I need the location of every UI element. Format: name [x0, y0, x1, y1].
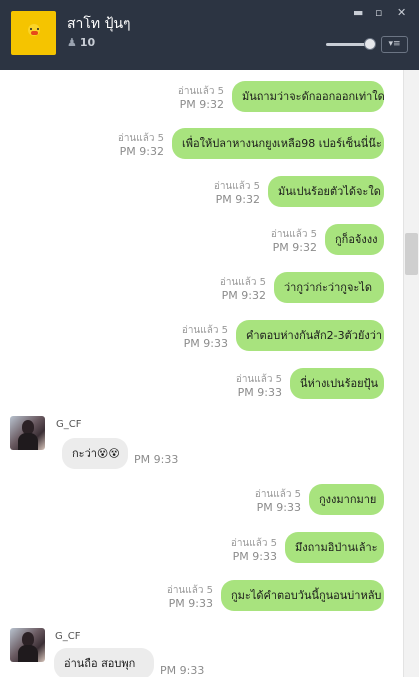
- person-icon: ♟: [67, 36, 77, 49]
- chat-title: สาโท ปุ้นๆ: [67, 16, 131, 32]
- sender-name: G_CF: [55, 631, 81, 642]
- scrollbar-thumb[interactable]: [405, 233, 418, 275]
- message-meta: อ่านแล้ว 5 PM 9:32: [219, 277, 266, 302]
- message-bubble[interactable]: อ่านถือ สอบพุก: [54, 648, 154, 677]
- message-bubble[interactable]: กูงงมากมาย: [309, 484, 384, 515]
- message-meta: อ่านแล้ว 5 PM 9:32: [177, 86, 224, 111]
- message-meta: อ่านแล้ว 5 PM 9:33: [230, 538, 277, 563]
- menu-button[interactable]: ▾≡: [381, 36, 408, 53]
- slider-handle[interactable]: [364, 38, 376, 50]
- message-bubble[interactable]: มึงถามอิป่านเล้าะ: [285, 532, 384, 563]
- member-count[interactable]: ♟ 10: [67, 36, 95, 49]
- message-meta: อ่านแล้ว 5 PM 9:32: [213, 181, 260, 206]
- message-meta: อ่านแล้ว 5 PM 9:33: [166, 585, 213, 610]
- message-bubble[interactable]: กูมะได้คำตอบวันนี้กูนอนบ่าหลับ: [221, 580, 384, 611]
- message-meta: อ่านแล้ว 5 PM 9:32: [117, 133, 164, 158]
- message-meta: อ่านแล้ว 5 PM 9:33: [235, 374, 282, 399]
- message-bubble[interactable]: กูก็อจ้งงง: [325, 224, 384, 255]
- chat-header: สาโท ปุ้นๆ ♟ 10 ▬ ▫ ✕ ▾≡: [0, 0, 419, 70]
- avatar[interactable]: [10, 416, 45, 450]
- message-time: PM 9:33: [160, 664, 205, 677]
- message-bubble[interactable]: คำตอบห่างกันสัก2-3ตัวยังว่า: [236, 320, 384, 351]
- group-avatar[interactable]: [11, 11, 56, 55]
- message-bubble[interactable]: มันเปนร้อยตัวได้จะใด: [268, 176, 384, 207]
- message-time: PM 9:33: [134, 453, 179, 466]
- minimize-button[interactable]: ▬: [353, 6, 363, 19]
- message-bubble[interactable]: นี่ห่างเปนร้อยปุ้น: [290, 368, 384, 399]
- message-bubble[interactable]: ว่ากูว่าก่ะว่ากูจะได: [274, 272, 384, 303]
- sender-name: G_CF: [56, 419, 82, 430]
- scrollbar[interactable]: [403, 70, 419, 677]
- close-button[interactable]: ✕: [397, 6, 406, 19]
- message-meta: อ่านแล้ว 5 PM 9:33: [181, 325, 228, 350]
- message-bubble[interactable]: กะว่า😵😵: [62, 438, 128, 469]
- message-meta: อ่านแล้ว 5 PM 9:32: [270, 229, 317, 254]
- avatar[interactable]: [10, 628, 45, 662]
- message-bubble[interactable]: เพื่อให้ปลาหางนกยูงเหลือ98 เปอร์เซ็นนี่น…: [172, 128, 384, 159]
- message-meta: อ่านแล้ว 5 PM 9:33: [254, 489, 301, 514]
- maximize-button[interactable]: ▫: [375, 6, 382, 19]
- message-bubble[interactable]: มันถามว่าจะดักออกออกเท่าใด: [232, 81, 385, 112]
